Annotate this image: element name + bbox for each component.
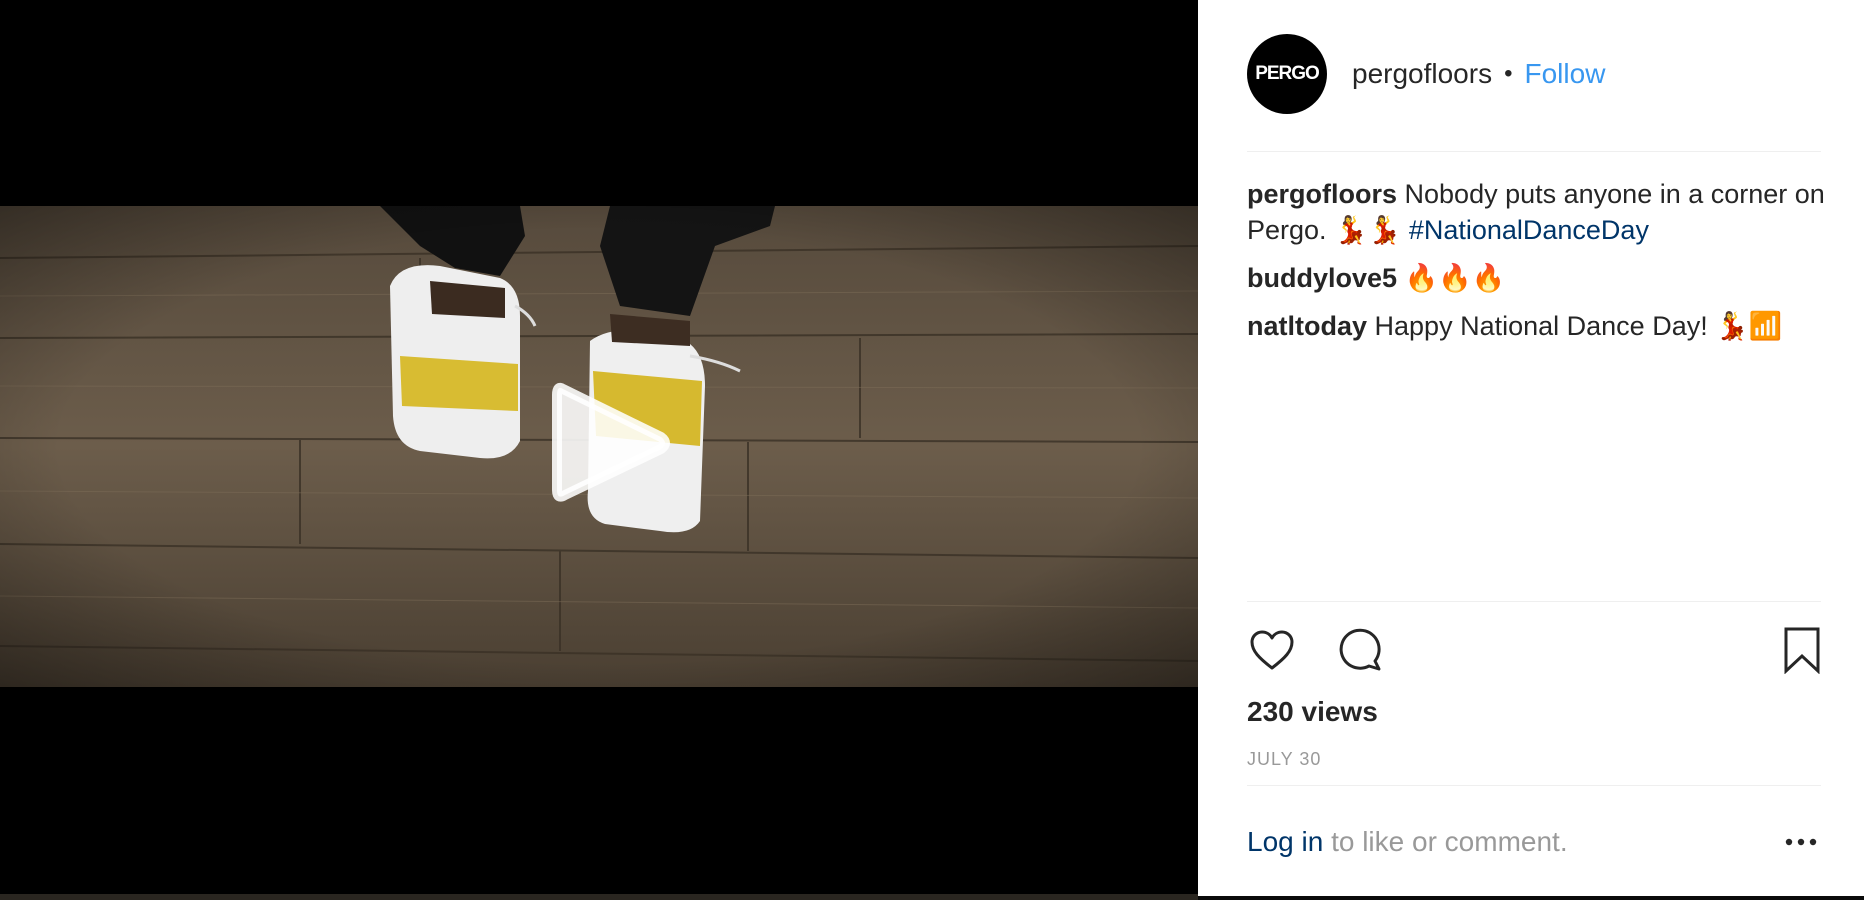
action-bar bbox=[1247, 625, 1821, 675]
avatar-text: PERGO bbox=[1255, 63, 1320, 84]
heart-icon bbox=[1250, 630, 1294, 670]
avatar[interactable]: PERGO bbox=[1247, 34, 1327, 114]
post-header: PERGO pergofloors • Follow bbox=[1247, 34, 1821, 114]
comment-item: buddylove5 🔥🔥🔥 bbox=[1247, 260, 1827, 296]
comment-username[interactable]: pergofloors bbox=[1247, 179, 1397, 209]
like-button[interactable] bbox=[1247, 625, 1297, 675]
bottom-edge bbox=[1198, 896, 1864, 900]
comment-button[interactable] bbox=[1335, 625, 1385, 675]
bookmark-icon bbox=[1784, 627, 1820, 674]
more-icon bbox=[1785, 838, 1817, 846]
header-divider bbox=[1247, 151, 1821, 152]
comment-text: 🔥🔥🔥 bbox=[1404, 263, 1506, 293]
comment-username[interactable]: buddylove5 bbox=[1247, 263, 1397, 293]
more-options-button[interactable] bbox=[1781, 826, 1821, 858]
actions-divider bbox=[1247, 601, 1821, 602]
video-bottom-strip bbox=[0, 894, 1198, 900]
comment-username[interactable]: natltoday bbox=[1247, 311, 1367, 341]
post-sidebar: PERGO pergofloors • Follow pergofloors N… bbox=[1198, 0, 1864, 896]
video-player[interactable] bbox=[0, 0, 1198, 900]
save-button[interactable] bbox=[1777, 625, 1827, 675]
post-date: JULY 30 bbox=[1247, 749, 1322, 769]
footer-divider bbox=[1247, 785, 1821, 786]
comment-hashtag[interactable]: #NationalDanceDay bbox=[1409, 215, 1649, 245]
login-link[interactable]: Log in bbox=[1247, 826, 1323, 857]
comment-item: pergofloors Nobody puts anyone in a corn… bbox=[1247, 176, 1827, 248]
comment-icon bbox=[1339, 628, 1381, 671]
comment-text: Happy National Dance Day! 💃📶 bbox=[1374, 311, 1783, 341]
login-prompt: Log in to like or comment. bbox=[1247, 822, 1821, 862]
comment-item: natltoday Happy National Dance Day! 💃📶 bbox=[1247, 308, 1827, 344]
comments-list: pergofloors Nobody puts anyone in a corn… bbox=[1247, 176, 1827, 356]
header-username[interactable]: pergofloors bbox=[1352, 58, 1492, 90]
follow-button[interactable]: Follow bbox=[1525, 58, 1606, 90]
play-button[interactable] bbox=[543, 375, 673, 510]
login-prompt-text: to like or comment. bbox=[1323, 826, 1568, 857]
play-icon bbox=[552, 382, 670, 502]
view-count: 230 views bbox=[1247, 696, 1378, 727]
header-separator: • bbox=[1504, 60, 1513, 87]
